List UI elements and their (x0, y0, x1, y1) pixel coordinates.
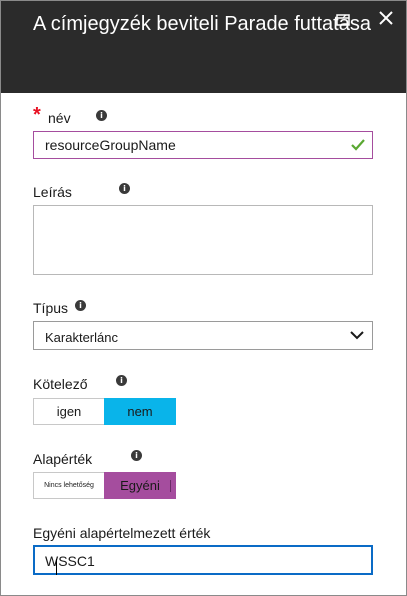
type-label: Típus (33, 300, 69, 316)
default-option-none[interactable]: Nincs lehetőség (33, 472, 104, 499)
info-icon[interactable]: i (116, 375, 127, 386)
custom-default-label: Egyéni alapértelmezett érték (33, 525, 211, 541)
custom-default-input[interactable]: WSSC1 (33, 545, 373, 575)
required-label: Kötelező (33, 376, 88, 392)
type-select-value: Karakterlánc (45, 330, 118, 345)
close-icon[interactable] (378, 10, 394, 26)
required-asterisk: * (33, 104, 41, 126)
chevron-down-icon (350, 331, 364, 340)
checkmark-icon (351, 139, 365, 151)
info-icon[interactable]: i (119, 183, 130, 194)
maximize-icon[interactable] (336, 14, 350, 26)
info-icon[interactable]: i (75, 300, 86, 311)
text-caret (56, 559, 57, 575)
toggle-divider (170, 480, 171, 492)
default-option-custom[interactable]: Egyéni (104, 472, 176, 499)
type-select[interactable]: Karakterlánc (33, 321, 373, 350)
description-label: Leírás (33, 184, 72, 200)
default-option-custom-label: Egyéni (120, 478, 160, 493)
default-label: Alapérték (33, 451, 93, 467)
required-option-nem[interactable]: nem (104, 398, 176, 425)
description-textarea[interactable] (33, 205, 373, 275)
name-label: név (48, 110, 71, 126)
name-input-value: resourceGroupName (45, 137, 176, 153)
required-option-igen[interactable]: igen (33, 398, 104, 425)
custom-default-value: WSSC1 (45, 553, 95, 575)
blade-title: A címjegyzék beviteli Parade futtatása (33, 13, 371, 35)
custom-default-text: WSSC1 (45, 553, 95, 569)
info-icon[interactable]: i (131, 450, 142, 461)
name-input[interactable]: resourceGroupName (33, 131, 373, 159)
info-icon[interactable]: i (96, 110, 107, 121)
